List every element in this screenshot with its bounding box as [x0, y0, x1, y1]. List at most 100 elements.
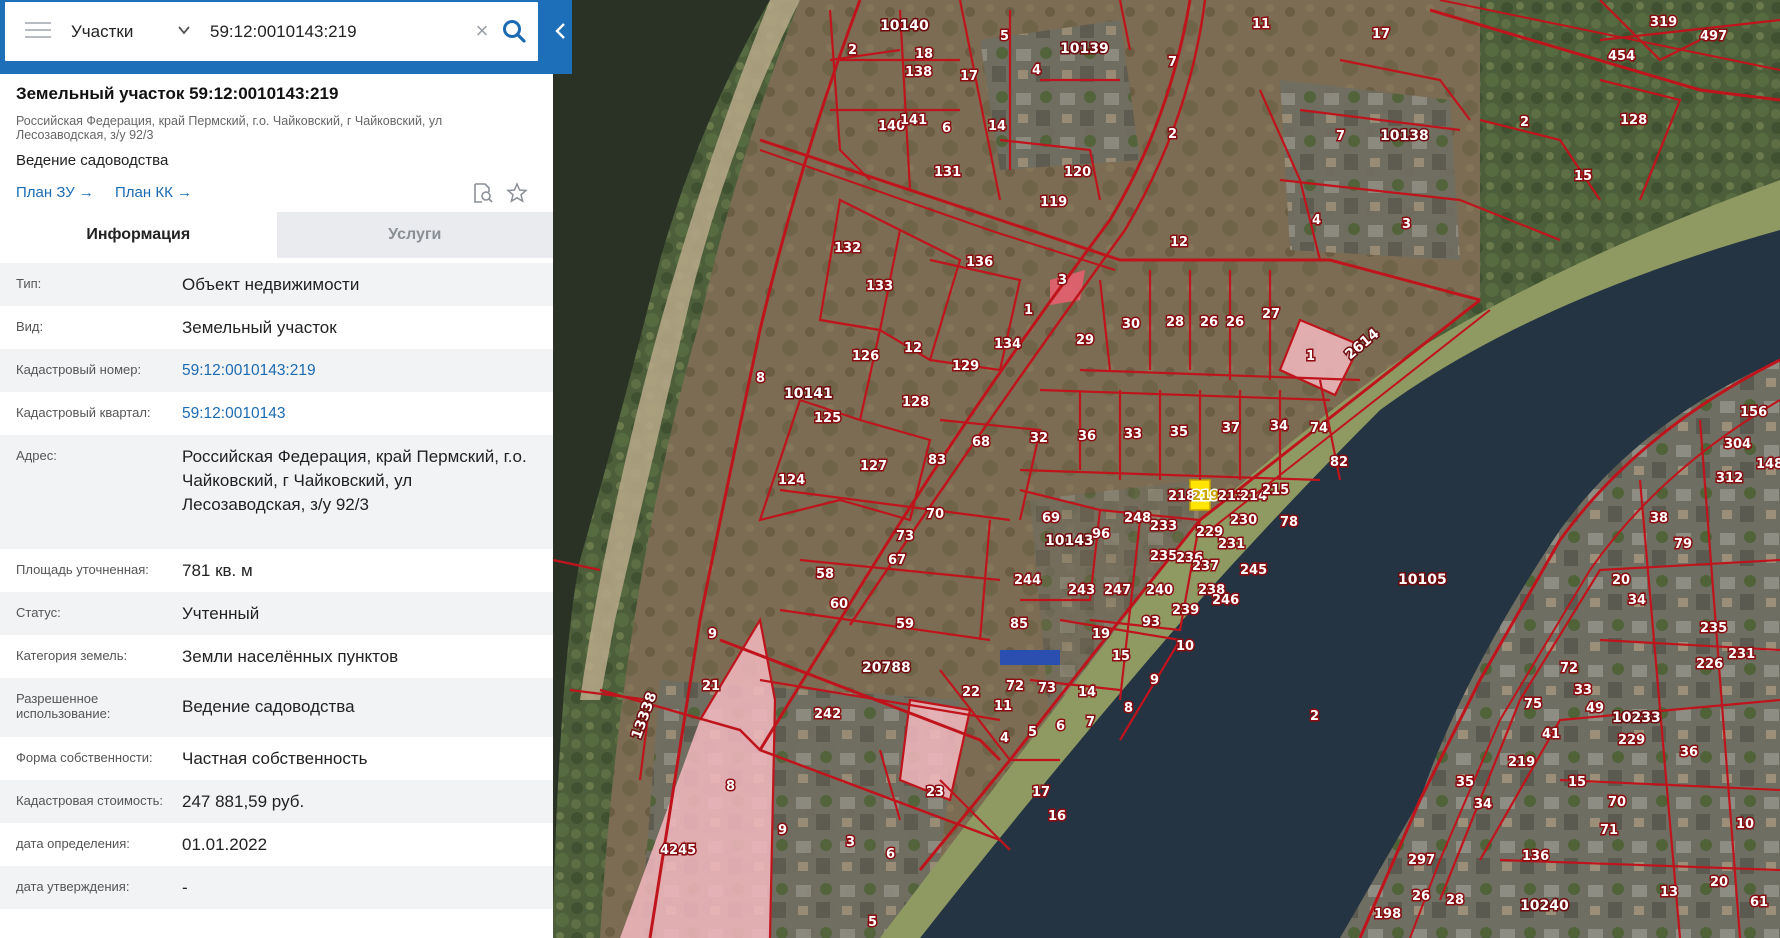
plot-number-label: 9 — [778, 823, 787, 838]
plot-number-label: 28 — [1166, 315, 1184, 330]
plot-number-label: 21 — [702, 679, 720, 694]
plot-number-label: 8 — [726, 779, 735, 794]
plot-number-label: 128 — [1620, 113, 1647, 128]
plot-number-label: 134 — [994, 337, 1021, 352]
plot-number-label: 10 — [1736, 817, 1754, 832]
plot-number-label: 1 — [1306, 349, 1315, 364]
cadastral-quarter-link[interactable]: 59:12:0010143 — [182, 392, 553, 435]
plot-number-label: 215 — [1262, 483, 1289, 498]
plot-number-label: 4245 — [660, 843, 696, 858]
table-row: Форма собственности: Частная собственнос… — [0, 737, 553, 780]
plot-number-label: 248 — [1124, 511, 1151, 526]
plot-number-label: 83 — [928, 453, 946, 468]
plot-number-label: 34 — [1628, 593, 1646, 608]
plan-kk-link[interactable]: План КК → — [115, 184, 192, 201]
row-value: 247 881,59 руб. — [182, 792, 305, 811]
plot-number-label: 297 — [1408, 853, 1435, 868]
plot-number-label: 68 — [972, 435, 990, 450]
plot-number-label: 239 — [1172, 603, 1199, 618]
plot-number-label: 226 — [1696, 657, 1723, 672]
plot-number-label: 35 — [1170, 425, 1188, 440]
row-label: дата утверждения: — [16, 879, 130, 894]
quarter-label: 10141 — [784, 386, 833, 402]
plot-number-label: 148 — [1756, 457, 1780, 472]
plot-number-label: 245 — [1240, 563, 1267, 578]
plot-number-label: 124 — [778, 473, 805, 488]
search-bar: Участки × — [0, 0, 572, 74]
plot-number-label: 128 — [902, 395, 929, 410]
plot-number-label: 4 — [1032, 63, 1041, 78]
plot-number-label: 34 — [1474, 797, 1492, 812]
plot-number-label: 141 — [900, 113, 927, 128]
table-row: Адрес: Российская Федерация, край Пермск… — [0, 435, 553, 549]
plot-number-label: 1 — [1024, 303, 1033, 318]
plot-number-label: 32 — [1030, 431, 1048, 446]
search-icon[interactable] — [501, 18, 527, 44]
star-icon[interactable] — [506, 182, 528, 204]
plot-number-label: 230 — [1230, 513, 1257, 528]
plot-number-label: 36 — [1078, 429, 1096, 444]
plot-number-label: 10 — [1176, 639, 1194, 654]
plot-number-label: 136 — [1522, 849, 1549, 864]
tab-services[interactable]: Услуги — [276, 212, 553, 258]
table-row: Статус: Учтенный — [0, 592, 553, 635]
plot-number-label: 127 — [860, 459, 887, 474]
plot-number-label: 133 — [866, 279, 893, 294]
chevron-down-icon[interactable] — [177, 23, 191, 37]
plot-number-label: 96 — [1092, 527, 1110, 542]
plot-number-label: 34 — [1270, 419, 1288, 434]
plot-number-label: 6 — [886, 847, 895, 862]
find-on-map-icon[interactable] — [472, 182, 494, 204]
plot-number-label: 18 — [915, 47, 933, 62]
plot-number-label: 126 — [852, 349, 879, 364]
plot-number-label: 497 — [1700, 29, 1727, 44]
row-value: - — [182, 878, 188, 897]
plot-number-label: 136 — [966, 255, 993, 270]
page-title: Земельный участок 59:12:0010143:219 — [16, 84, 339, 103]
cadastral-number-link[interactable]: 59:12:0010143:219 — [182, 349, 553, 392]
plot-number-label: 70 — [1608, 795, 1626, 810]
plot-number-label: 41 — [1542, 727, 1560, 742]
plot-number-label: 20 — [1612, 573, 1630, 588]
plot-number-label: 5 — [868, 915, 877, 930]
table-row: Вид: Земельный участок — [0, 306, 553, 349]
plot-number-label: 26 — [1226, 315, 1244, 330]
row-label: Вид: — [16, 319, 44, 334]
row-value: Российская Федерация, край Пермский, г.о… — [182, 447, 527, 514]
row-value: Учтенный — [182, 604, 260, 623]
collapse-panel-icon[interactable] — [552, 16, 570, 46]
tab-information[interactable]: Информация — [0, 212, 277, 258]
plot-number-label: 15 — [1574, 169, 1592, 184]
table-row: Кадастровая стоимость: 247 881,59 руб. — [0, 780, 553, 823]
plot-number-label: 35 — [1456, 775, 1474, 790]
plot-number-label: 6 — [942, 121, 951, 136]
quarter-label: 10143 — [1045, 533, 1094, 549]
row-value: Частная собственность — [182, 749, 368, 768]
search-box: Участки × — [5, 2, 538, 61]
plot-number-label: 74 — [1310, 421, 1328, 436]
close-icon[interactable]: × — [472, 20, 492, 42]
plot-number-label: 38 — [1650, 511, 1668, 526]
row-label: Статус: — [16, 605, 61, 620]
plot-number-label: 14 — [1078, 685, 1096, 700]
plan-zu-link[interactable]: План ЗУ → — [16, 184, 94, 201]
quarter-label: 10233 — [1612, 710, 1661, 726]
object-use: Ведение садоводства — [16, 152, 169, 169]
menu-icon[interactable] — [25, 22, 51, 42]
table-row: Площадь уточненная: 781 кв. м — [0, 549, 553, 592]
plot-number-label: 2 — [1310, 709, 1319, 724]
plot-number-label: 5 — [1028, 725, 1037, 740]
plot-number-label: 15 — [1568, 775, 1586, 790]
plot-number-label: 73 — [1038, 681, 1056, 696]
plot-number-label: 61 — [1750, 895, 1768, 910]
row-value: Земельный участок — [182, 318, 337, 337]
plot-number-label: 235 — [1700, 621, 1727, 636]
search-input[interactable] — [208, 14, 462, 50]
plot-number-label: 247 — [1104, 583, 1131, 598]
plot-number-label: 67 — [888, 553, 906, 568]
plot-number-label: 36 — [1680, 745, 1698, 760]
plot-number-label: 3 — [1058, 273, 1067, 288]
plot-number-label: 78 — [1280, 515, 1298, 530]
plot-number-label: 15 — [1112, 649, 1130, 664]
plot-number-label: 11 — [994, 699, 1012, 714]
